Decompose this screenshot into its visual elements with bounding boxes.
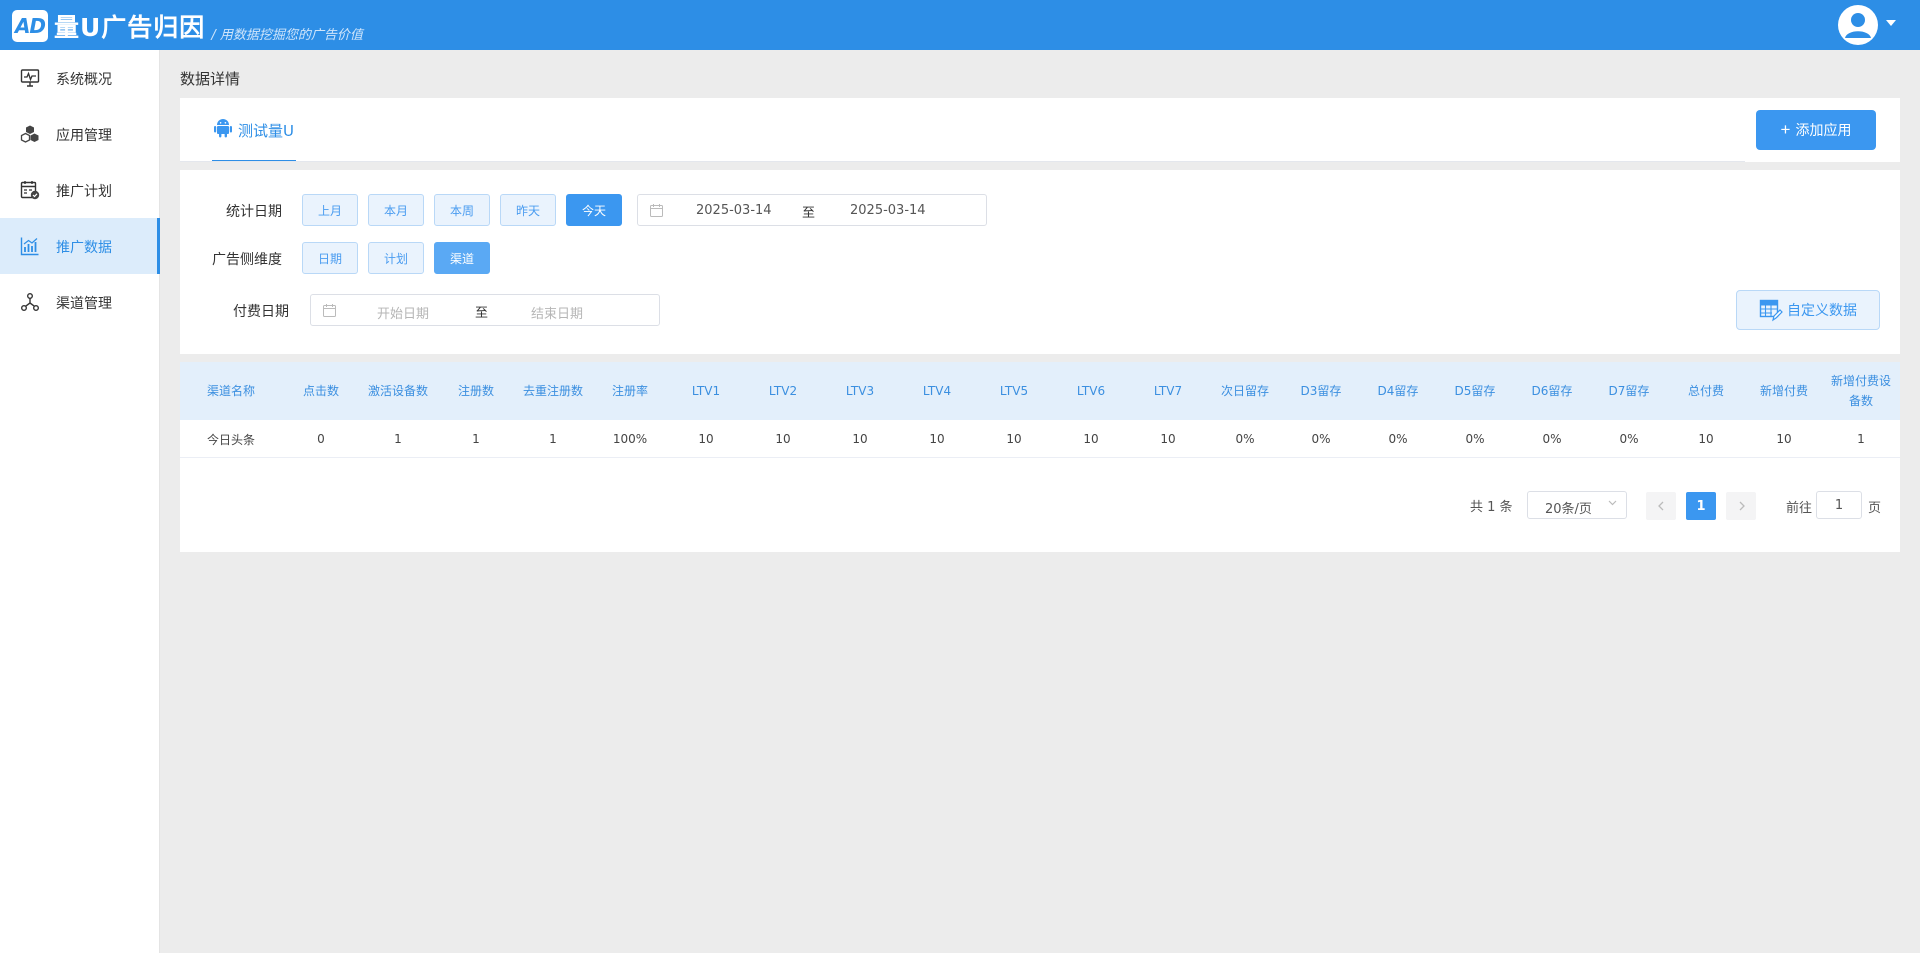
filter-card: 统计日期 上月 本月 本周 昨天 今天 2025-03-14 至 2025-03… [180,170,1900,354]
monitor-icon [20,69,40,87]
app-name: 量U广告归因 [54,13,206,42]
cell-channel-name: 今日头条 [206,432,255,447]
date-end-value: 2025-03-14 [850,203,926,218]
network-icon [21,293,39,311]
sidebar-item-label: 应用管理 [56,128,112,144]
column-header: 新增付费 [1759,384,1808,398]
column-header: 渠道名称 [206,384,255,398]
chevron-right-icon [1739,501,1745,511]
cubes-icon [20,125,39,143]
data-table-card: 渠道名称 点击数 激活设备数 注册数 去重注册数 注册率 LTV1 LTV2 LTV3 LTV4 L… [180,362,1900,552]
top-header: AD 量U广告归因 / 用数据挖掘您的广告价值 [0,0,1920,50]
goto-page-input[interactable] [1816,491,1862,519]
add-app-button[interactable]: + 添加应用 [1756,110,1876,150]
app-slogan: / 用数据挖掘您的广告价值 [211,27,363,43]
sidebar-item-app-management[interactable]: 应用管理 [0,106,160,162]
prev-page-button[interactable] [1646,492,1676,520]
android-icon [214,119,232,138]
stat-date-range-picker[interactable]: 2025-03-14 至 2025-03-14 [637,194,987,226]
dimension-plan[interactable]: 计划 [368,242,424,274]
column-header: 激活设备数 [367,384,428,398]
pagination: 共 1 条 20条/页 1 前往 页 [180,490,1900,520]
stat-date-yesterday[interactable]: 昨天 [500,194,556,226]
pay-start-placeholder: 开始日期 [377,307,430,322]
calendar-icon [650,204,663,217]
sidebar-item-overview[interactable]: 系统概况 [0,50,160,106]
stat-date-last-month[interactable]: 上月 [302,194,358,226]
user-avatar[interactable] [1838,5,1878,45]
next-page-button[interactable] [1726,492,1756,520]
tab-label: 测试量U [238,122,294,140]
goto-label: 前往 [1786,501,1813,516]
plan-calendar-icon [20,181,40,200]
table-cell: 10 [1698,432,1714,446]
dimension-channel[interactable]: 渠道 [434,242,490,274]
bar-chart-icon [20,237,39,256]
chevron-left-icon [1657,501,1663,511]
pay-date-label: 付费日期 [233,304,289,320]
dimension-date[interactable]: 日期 [302,242,358,274]
sidebar-item-channel-management[interactable]: 渠道管理 [0,274,160,330]
stat-date-today[interactable]: 今天 [566,194,622,226]
sidebar: 系统概况 应用管理 推广计划 推广数据 渠道管理 [0,50,160,953]
logo-mark: AD [12,10,48,42]
sidebar-item-label: 推广计划 [56,184,112,200]
page-button-current[interactable]: 1 [1686,492,1716,520]
calendar-icon [323,304,336,317]
sidebar-item-promo-data[interactable]: 推广数据 [0,218,160,274]
date-start-value: 2025-03-14 [696,203,772,218]
page-size-value: 20条/页 [1545,502,1592,517]
dimension-label: 广告侧维度 [212,252,282,268]
stat-date-this-month[interactable]: 本月 [368,194,424,226]
add-app-label: 添加应用 [1795,122,1852,138]
column-header: 新增付费设备数 [1830,374,1891,408]
goto-unit: 页 [1868,501,1882,516]
tabs-divider [180,161,1745,162]
date-separator: 至 [475,306,489,321]
date-separator: 至 [802,206,816,221]
table-edit-icon [1759,299,1783,322]
table-cell: 1 [394,432,402,446]
stat-date-label: 统计日期 [226,204,282,220]
chevron-down-icon [1608,500,1617,506]
table-row: 今日头条 0 1 1 1 100% 10 10 10 10 10 10 10 0% 0% 0% 0% 0% 0% 10… [180,420,1900,458]
sidebar-item-label: 推广数据 [56,240,112,256]
sidebar-item-label: 系统概况 [56,72,112,88]
table-header: 渠道名称 点击数 激活设备数 注册数 去重注册数 注册率 LTV1 LTV2 LTV3 LTV4 L… [180,362,1900,420]
logo[interactable]: AD 量U广告归因 / 用数据挖掘您的广告价值 [12,8,363,44]
stat-date-this-week[interactable]: 本周 [434,194,490,226]
pay-date-range-picker[interactable]: 开始日期 至 结束日期 [310,294,660,326]
page-size-select[interactable]: 20条/页 [1527,491,1627,519]
user-icon [1839,6,1877,44]
table-cell: 1 [1857,432,1865,446]
sidebar-item-label: 渠道管理 [56,296,112,312]
pagination-total: 共 1 条 [1470,500,1513,515]
app-tabs-card: 测试量U + 添加应用 [180,98,1900,162]
tab-test-app[interactable]: 测试量U [212,98,296,162]
pay-end-placeholder: 结束日期 [531,307,584,322]
custom-data-label: 自定义数据 [1787,302,1857,318]
custom-data-button[interactable]: 自定义数据 [1736,290,1880,330]
column-header: 总付费 [1687,384,1724,398]
plus-icon: + [1780,120,1791,139]
sidebar-item-promo-plan[interactable]: 推广计划 [0,162,160,218]
caret-down-icon[interactable] [1886,20,1896,26]
page-title: 数据详情 [180,70,241,88]
